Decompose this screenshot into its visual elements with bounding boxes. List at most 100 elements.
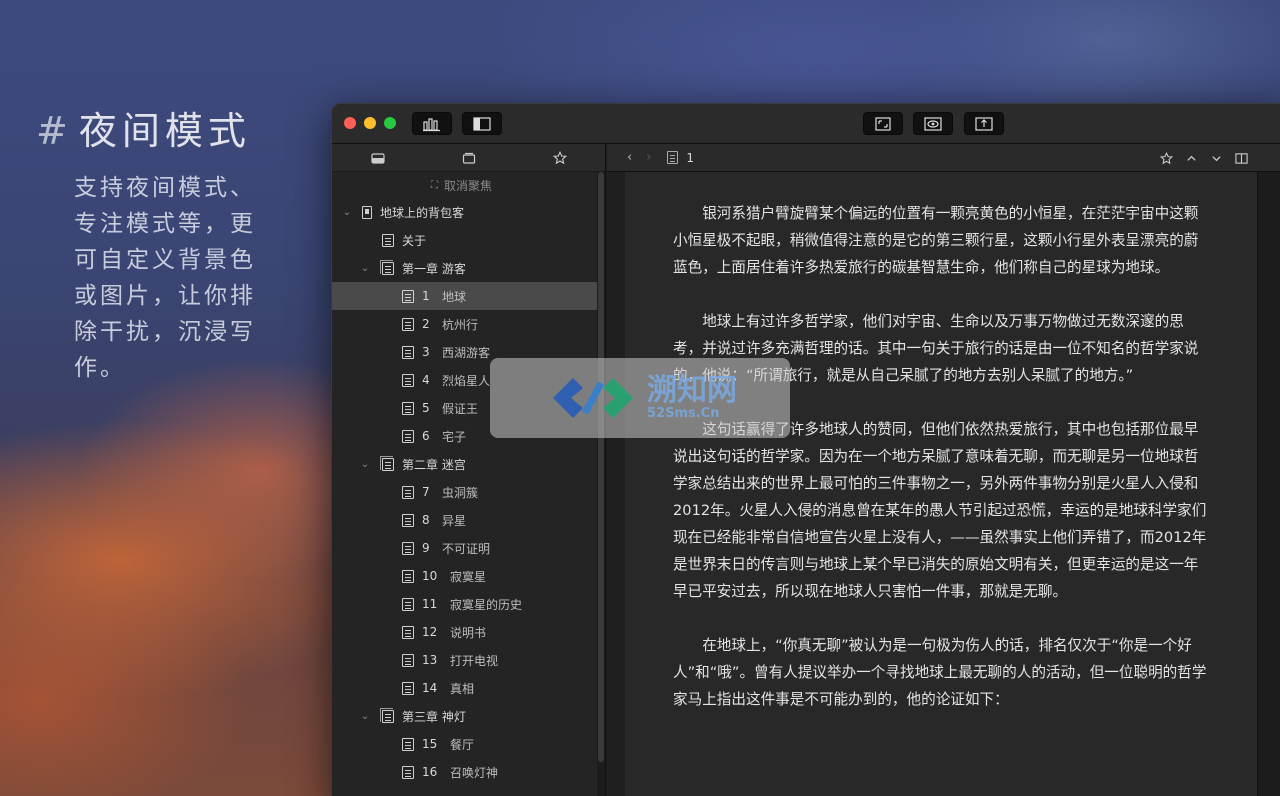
- watermark-title: 溯知网: [647, 373, 737, 409]
- chapter-title: 第三章 神灯: [402, 709, 466, 724]
- sidebar: ⛶ 取消聚焦 ⌄ 地球上的背包客 关于 ⌄ 第一章 游客 1 地球 2 杭州行: [332, 144, 606, 796]
- item-label: 寂寞星的历史: [450, 597, 523, 612]
- split-view-icon[interactable]: [1235, 152, 1248, 165]
- scrollbar-thumb[interactable]: [598, 172, 604, 762]
- right-rail: [1257, 172, 1280, 796]
- tree-row-item[interactable]: 9 不可证明: [332, 534, 605, 562]
- document-icon: [402, 625, 414, 639]
- tree-row-item[interactable]: 12 说明书: [332, 618, 605, 646]
- traffic-lights: [344, 117, 396, 129]
- item-label: 假证王: [442, 401, 479, 416]
- sidebar-toggle-button[interactable]: [462, 112, 502, 135]
- document-icon: [382, 233, 394, 247]
- document-icon: [402, 373, 414, 387]
- item-number: 12: [422, 625, 438, 639]
- tree-row-item[interactable]: 10 寂寞星: [332, 562, 605, 590]
- item-label: 烈焰星人: [442, 373, 491, 388]
- tree-row-book[interactable]: ⌄ 地球上的背包客: [332, 198, 605, 226]
- item-number: 10: [422, 569, 438, 583]
- chevron-down-icon[interactable]: ⌄: [342, 207, 352, 218]
- item-label: 地球: [442, 289, 467, 304]
- folder-icon: [380, 707, 394, 723]
- watermark-logo-icon: [553, 378, 633, 418]
- document-icon: [402, 289, 414, 303]
- item-number: 7: [422, 485, 430, 499]
- tree-row-chapter[interactable]: ⌄ 第二章 迷宫: [332, 450, 605, 478]
- unfocus-button[interactable]: ⛶ 取消聚焦: [332, 172, 605, 198]
- tab-stack[interactable]: [423, 144, 514, 171]
- item-number: 11: [422, 597, 438, 611]
- tree-row-chapter[interactable]: ⌄ 第一章 游客: [332, 254, 605, 282]
- stack-icon: [462, 152, 475, 164]
- item-label: 不可证明: [442, 541, 491, 556]
- document-icon: [402, 485, 414, 499]
- editor-bar: ‹ › 1: [607, 144, 1280, 172]
- item-number: 8: [422, 513, 430, 527]
- chevron-down-icon[interactable]: ⌄: [360, 263, 370, 274]
- item-label: 打开电视: [450, 653, 499, 668]
- chevron-down-icon[interactable]: ⌄: [360, 459, 370, 470]
- hash-symbol: #: [36, 109, 73, 153]
- star-icon: [552, 150, 567, 164]
- stats-icon: [423, 117, 440, 131]
- unfocus-label: 取消聚焦: [443, 178, 492, 193]
- sidebar-tabs: [332, 144, 605, 172]
- page[interactable]: 银河系猎户臂旋臂某个偏远的位置有一颗亮黄色的小恒星，在茫茫宇宙中这颗小恒星极不起…: [625, 172, 1257, 796]
- editor-nav: ‹ ›: [627, 150, 651, 165]
- tree-row-chapter[interactable]: ⌄ 第三章 神灯: [332, 702, 605, 730]
- paragraph: 银河系猎户臂旋臂某个偏远的位置有一颗亮黄色的小恒星，在茫茫宇宙中这颗小恒星极不起…: [673, 205, 1199, 276]
- document-icon: [667, 151, 679, 164]
- preview-button[interactable]: [913, 112, 953, 135]
- zoom-button[interactable]: [384, 117, 396, 129]
- fullscreen-button[interactable]: [863, 112, 903, 135]
- paragraph: 这句话赢得了许多地球人的赞同，但他们依然热爱旅行，其中也包括那位最早说出这句话的…: [673, 421, 1207, 600]
- share-button[interactable]: [964, 112, 1004, 135]
- minimize-button[interactable]: [364, 117, 376, 129]
- item-label: 虫洞簇: [442, 485, 479, 500]
- tree-row-about[interactable]: 关于: [332, 226, 605, 254]
- forward-icon[interactable]: ›: [646, 150, 651, 165]
- back-icon[interactable]: ‹: [627, 150, 632, 165]
- sidebar-icon: [473, 116, 491, 131]
- document-icon: [402, 317, 414, 331]
- inbox-icon: [370, 152, 385, 164]
- stats-button[interactable]: [412, 112, 452, 135]
- tree-row-item[interactable]: 15 餐厅: [332, 730, 605, 758]
- star-icon[interactable]: [1160, 151, 1173, 165]
- unfocus-icon: ⛶: [430, 179, 438, 191]
- document-icon: [402, 765, 414, 779]
- chevron-down-icon[interactable]: ⌄: [360, 711, 370, 722]
- preview-icon: [924, 116, 942, 131]
- tab-inbox[interactable]: [332, 144, 423, 171]
- chevron-up-icon[interactable]: [1185, 152, 1198, 165]
- document-icon: [402, 569, 414, 583]
- item-number: 15: [422, 737, 438, 751]
- item-number: 1: [422, 289, 430, 303]
- tree-row-item[interactable]: 14 真相: [332, 674, 605, 702]
- tree-row-item[interactable]: 11 寂寞星的历史: [332, 590, 605, 618]
- page-margin: [607, 172, 625, 796]
- chevron-down-icon[interactable]: [1210, 152, 1223, 165]
- document-icon: [402, 401, 414, 415]
- tree-row-item[interactable]: 1 地球: [332, 282, 598, 310]
- share-icon: [975, 116, 993, 131]
- item-number: 3: [422, 345, 430, 359]
- tree-row-item[interactable]: 16 召唤灯神: [332, 758, 605, 786]
- tree-row-item[interactable]: 8 异星: [332, 506, 605, 534]
- tree-row-item[interactable]: 13 打开电视: [332, 646, 605, 674]
- tree-row-item[interactable]: 2 杭州行: [332, 310, 605, 338]
- item-label: 召唤灯神: [450, 765, 499, 780]
- promo-title: # 夜间模式: [36, 100, 251, 155]
- tree-row-item[interactable]: 7 虫洞簇: [332, 478, 605, 506]
- sidebar-scrollbar[interactable]: [597, 172, 605, 796]
- item-number: 4: [422, 373, 430, 387]
- item-number: 13: [422, 653, 438, 667]
- tab-favorites[interactable]: [514, 144, 605, 171]
- watermark: 溯知网 52Sms.Cn: [490, 358, 790, 438]
- close-button[interactable]: [344, 117, 356, 129]
- document-icon: [402, 513, 414, 527]
- about-label: 关于: [402, 233, 427, 248]
- document-text[interactable]: 银河系猎户臂旋臂某个偏远的位置有一颗亮黄色的小恒星，在茫茫宇宙中这颗小恒星极不起…: [673, 200, 1209, 740]
- document-icon: [402, 541, 414, 555]
- book-title: 地球上的背包客: [380, 205, 465, 220]
